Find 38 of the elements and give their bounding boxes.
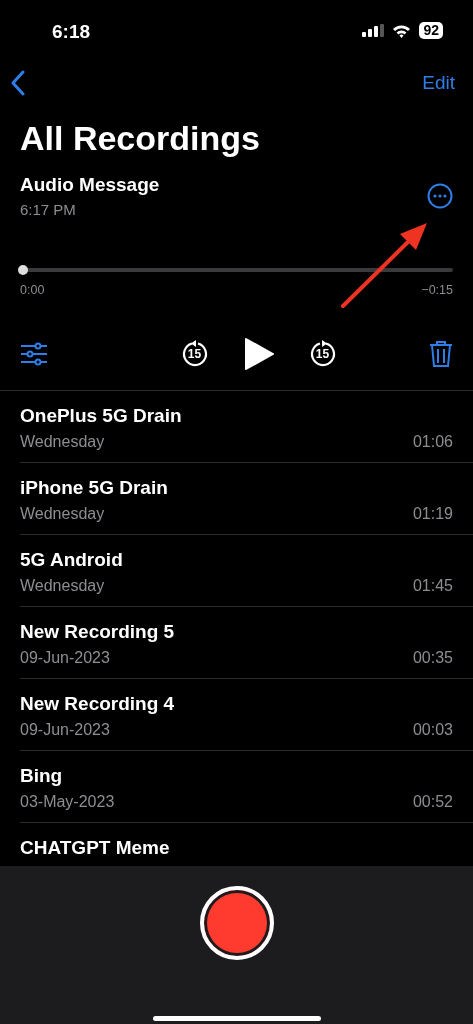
wifi-icon (392, 23, 412, 38)
recording-name[interactable]: CHATGPT Meme (20, 836, 453, 860)
recording-duration: 00:52 (412, 792, 453, 813)
playback-thumb[interactable] (18, 264, 28, 275)
battery-indicator: 92 (419, 22, 443, 39)
recording-date: 09-Jun-2023 (20, 648, 110, 669)
recording-date: 03-May-2023 (20, 792, 115, 813)
recording-duration: 01:45 (412, 576, 453, 597)
skip-forward-button[interactable]: 15 (308, 339, 337, 368)
options-button[interactable] (20, 341, 48, 366)
recording-title: Audio Message (20, 172, 160, 197)
page-title: All Recordings (20, 118, 261, 159)
recording-date: Wednesday (20, 576, 105, 597)
recording-date: Wednesday (20, 432, 105, 453)
recording-date: Wednesday (20, 504, 105, 525)
recording-date: 09-Jun-2023 (20, 720, 110, 741)
recording-name[interactable]: OnePlus 5G Drain (20, 404, 453, 428)
recording-name[interactable]: New Recording 5 (20, 620, 453, 644)
playback-slider[interactable] (20, 264, 453, 275)
elapsed-time: 0:00 (20, 281, 45, 299)
recording-name[interactable]: New Recording 4 (20, 692, 453, 716)
recording-name[interactable]: Bing (20, 764, 453, 788)
remaining-time: −0:15 (421, 281, 453, 299)
status-time: 6:18 (52, 20, 91, 44)
recording-duration: 00:35 (412, 648, 453, 669)
recording-name[interactable]: 5G Android (20, 548, 453, 572)
back-button[interactable] (10, 70, 26, 96)
recording-name[interactable]: iPhone 5G Drain (20, 476, 453, 500)
delete-button[interactable] (429, 339, 453, 368)
play-button[interactable] (242, 335, 275, 372)
edit-button[interactable]: Edit (422, 68, 455, 98)
signal-icon (362, 24, 385, 37)
skip-back-button[interactable]: 15 (180, 339, 209, 368)
recording-duration: 01:06 (412, 432, 453, 453)
recording-time: 6:17 PM (20, 200, 77, 221)
recording-duration: 00:03 (412, 720, 453, 741)
more-button[interactable] (427, 182, 453, 209)
recording-duration: 01:19 (412, 504, 453, 525)
